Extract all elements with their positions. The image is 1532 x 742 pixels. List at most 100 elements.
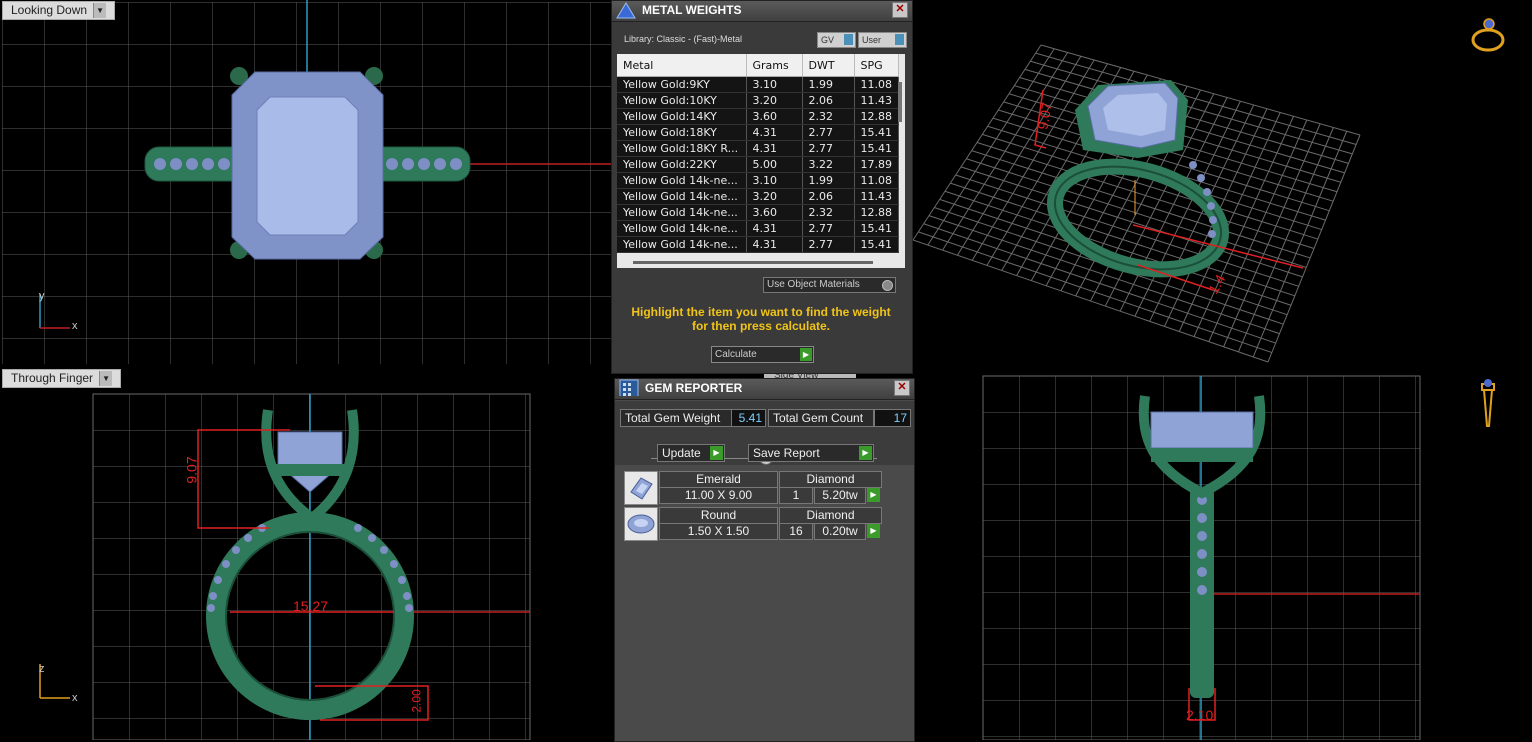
gem-quantity: 16 xyxy=(779,523,813,540)
table-row[interactable]: Yellow Gold 14k-ne... 4.31 2.77 15.41 xyxy=(617,220,899,237)
table-cell: Yellow Gold 14k-ne... xyxy=(617,204,747,221)
table-cell: 17.89 xyxy=(854,156,899,173)
viewport-label-text: Through Finger xyxy=(11,371,94,385)
gem-row-arrow-icon[interactable]: ▶ xyxy=(867,524,880,538)
save-report-button[interactable]: Save Report ▶ xyxy=(748,444,874,462)
gem-type: Diamond xyxy=(779,471,882,488)
table-cell: Yellow Gold 14k-ne... xyxy=(617,188,747,205)
viewport-looking-down[interactable]: Looking Down ▼ y x xyxy=(0,0,611,366)
gem-size: 11.00 X 9.00 xyxy=(659,487,778,504)
dim-label: 2.10 xyxy=(1186,707,1214,723)
chevron-down-icon[interactable]: ▼ xyxy=(93,3,107,18)
table-row[interactable]: Yellow Gold 14k-ne... 3.20 2.06 11.43 xyxy=(617,188,899,205)
table-cell: 3.10 xyxy=(746,172,803,189)
play-arrow-icon: ▶ xyxy=(710,446,723,460)
chevron-down-icon[interactable]: ▼ xyxy=(99,371,113,386)
side-view-drawing xyxy=(982,375,1421,740)
table-cell: 4.31 xyxy=(746,124,803,141)
ring-view-icon[interactable] xyxy=(1468,16,1508,56)
table-row[interactable]: Yellow Gold:18KY R... 4.31 2.77 15.41 xyxy=(617,140,899,157)
table-cell: 3.22 xyxy=(802,156,855,173)
table-row[interactable]: Yellow Gold:10KY 3.20 2.06 11.43 xyxy=(617,92,899,109)
update-button[interactable]: Update ▶ xyxy=(657,444,725,462)
table-cell: 4.31 xyxy=(746,220,803,237)
gem-row[interactable]: Emerald Diamond 11.00 X 9.00 1 5.20tw ▶ xyxy=(624,471,882,505)
viewport-side[interactable]: 2.10 xyxy=(913,368,1532,740)
table-cell: 3.20 xyxy=(746,188,803,205)
metal-table[interactable]: Metal Grams DWT SPG Yellow Gold:9KY 3.10 1… xyxy=(617,54,905,268)
table-cell: 3.10 xyxy=(746,76,803,93)
table-cell: 2.32 xyxy=(802,108,855,125)
checkbox-label: Use Object Materials xyxy=(767,279,860,290)
column-header-grams[interactable]: Grams xyxy=(746,54,803,77)
viewport-perspective[interactable]: 9.07 1.4 xyxy=(913,0,1532,366)
horizontal-scrollbar[interactable] xyxy=(633,261,873,264)
calculate-button[interactable]: Calculate ▶ xyxy=(711,346,814,363)
ring-side-icon[interactable] xyxy=(1476,378,1500,430)
gv-toggle[interactable]: GV xyxy=(817,32,856,48)
viewport-through-finger[interactable]: Through Finger ▼ 9.07 15.27 2.00 z x xyxy=(0,368,614,740)
table-row[interactable]: Yellow Gold:14KY 3.60 2.32 12.88 xyxy=(617,108,899,125)
emerald-cut-icon xyxy=(624,471,658,505)
axis-x-label: x xyxy=(72,320,78,332)
table-cell: 5.00 xyxy=(746,156,803,173)
table-row[interactable]: Yellow Gold:22KY 5.00 3.22 17.89 xyxy=(617,156,899,173)
table-cell: 3.60 xyxy=(746,108,803,125)
toggle-knob xyxy=(844,34,853,45)
use-object-materials-checkbox[interactable]: Use Object Materials xyxy=(763,277,896,293)
gem-cut: Emerald xyxy=(659,471,778,488)
viewport-label-through-finger[interactable]: Through Finger ▼ xyxy=(2,369,122,388)
table-cell: 15.41 xyxy=(854,236,899,253)
vertical-scrollbar[interactable] xyxy=(898,82,902,122)
button-label: Save Report xyxy=(753,446,820,460)
table-cell: 12.88 xyxy=(854,204,899,221)
metal-weights-titlebar[interactable]: METAL WEIGHTS ✕ xyxy=(612,1,912,22)
play-arrow-icon: ▶ xyxy=(800,348,812,361)
viewport-label-text: Looking Down xyxy=(11,3,88,17)
viewport-label-looking-down[interactable]: Looking Down ▼ xyxy=(2,1,116,20)
table-cell: 3.20 xyxy=(746,92,803,109)
table-cell: Yellow Gold:18KY R... xyxy=(617,140,747,157)
close-icon[interactable]: ✕ xyxy=(892,2,908,18)
table-cell: Yellow Gold:18KY xyxy=(617,124,747,141)
total-gem-count-value: 17 xyxy=(874,409,911,427)
table-row[interactable]: Yellow Gold 14k-ne... 3.10 1.99 11.08 xyxy=(617,172,899,189)
column-header-spg[interactable]: SPG xyxy=(854,54,899,77)
table-row[interactable]: Yellow Gold:9KY 3.10 1.99 11.08 xyxy=(617,76,899,93)
column-header-dwt[interactable]: DWT xyxy=(802,54,855,77)
user-toggle[interactable]: User xyxy=(858,32,907,48)
table-cell: 3.60 xyxy=(746,204,803,221)
table-cell: 11.43 xyxy=(854,188,899,205)
table-row[interactable]: Yellow Gold 14k-ne... 4.31 2.77 15.41 xyxy=(617,236,899,253)
table-cell: 2.77 xyxy=(802,140,855,157)
gem-reporter-panel: GEM REPORTER ✕ Total Gem Weight 5.41 Tot… xyxy=(614,378,915,742)
table-cell: 1.99 xyxy=(802,76,855,93)
table-row[interactable]: Yellow Gold:18KY 4.31 2.77 15.41 xyxy=(617,124,899,141)
axis-y-label: y xyxy=(39,290,45,302)
close-icon[interactable]: ✕ xyxy=(894,380,910,396)
gem-size: 1.50 X 1.50 xyxy=(659,523,778,540)
total-gem-weight-label: Total Gem Weight xyxy=(620,409,732,427)
gem-quantity: 1 xyxy=(779,487,813,504)
table-cell: 4.31 xyxy=(746,236,803,253)
axis-z-label: z xyxy=(39,663,45,675)
total-gem-weight-value: 5.41 xyxy=(731,409,766,427)
gem-row-arrow-icon[interactable]: ▶ xyxy=(867,488,880,502)
column-header-metal[interactable]: Metal xyxy=(617,54,747,77)
gem-row[interactable]: Round Diamond 1.50 X 1.50 16 0.20tw ▶ xyxy=(624,507,882,541)
table-cell: 15.41 xyxy=(854,220,899,237)
table-row[interactable]: Yellow Gold 14k-ne... 3.60 2.32 12.88 xyxy=(617,204,899,221)
table-cell: 11.08 xyxy=(854,172,899,189)
table-cell: 2.77 xyxy=(802,124,855,141)
table-cell: Yellow Gold:10KY xyxy=(617,92,747,109)
table-cell: 4.31 xyxy=(746,140,803,157)
table-cell: Yellow Gold:14KY xyxy=(617,108,747,125)
gem-type: Diamond xyxy=(779,507,882,524)
dim-label: 15.27 xyxy=(293,598,329,614)
gem-reporter-titlebar[interactable]: GEM REPORTER ✕ xyxy=(615,379,914,400)
table-cell: 11.08 xyxy=(854,76,899,93)
total-gem-count-label: Total Gem Count xyxy=(768,409,874,427)
table-cell: 2.06 xyxy=(802,188,855,205)
perspective-view-drawing xyxy=(913,44,1361,363)
table-cell: Yellow Gold 14k-ne... xyxy=(617,172,747,189)
